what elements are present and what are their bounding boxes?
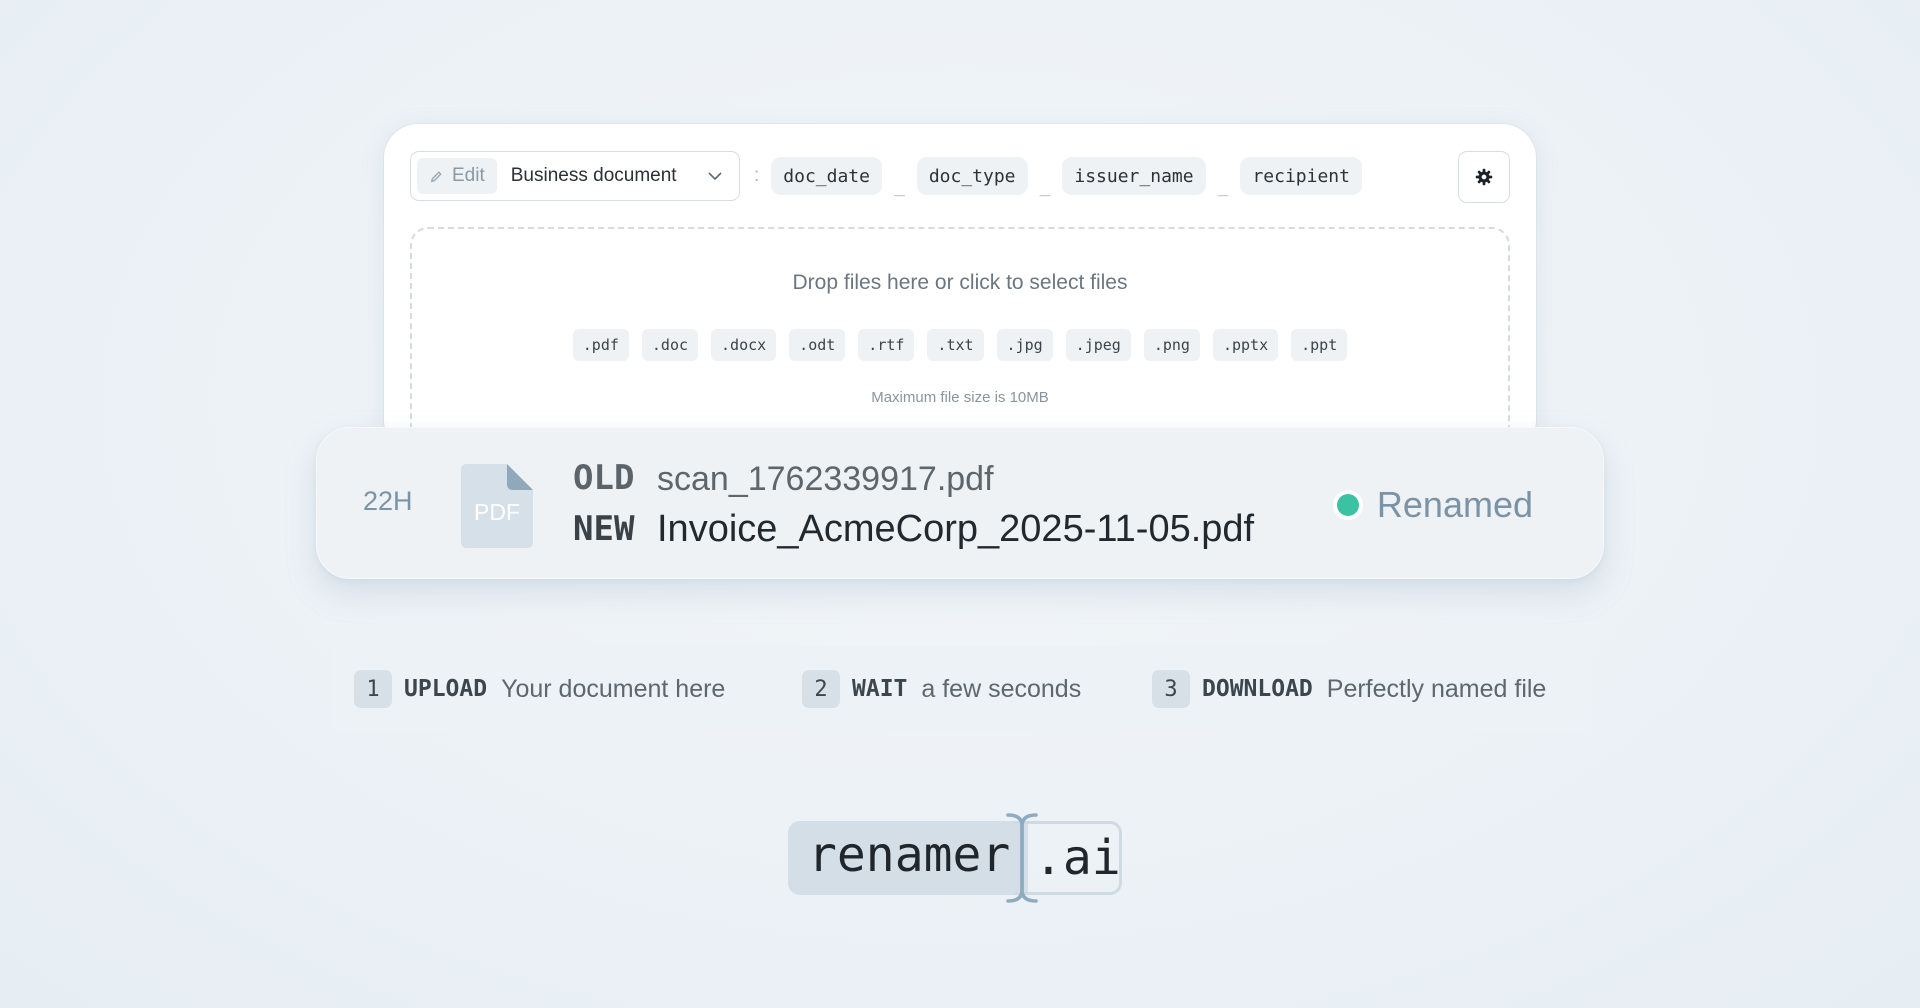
old-filename: scan_1762339917.pdf [657, 460, 994, 498]
rename-result-row[interactable]: 22H PDF OLD scan_1762339917.pdf NEW Invo… [316, 427, 1604, 579]
logo-ext-text: .ai [1034, 830, 1121, 886]
token-doc-type[interactable]: doc_type [916, 157, 1028, 195]
renamer-logo: renamer .ai [788, 812, 1132, 904]
new-name-label: NEW [573, 509, 635, 549]
file-age: 22H [363, 486, 413, 516]
extension-badge: .rtf [858, 329, 915, 361]
new-filename: Invoice_AcmeCorp_2025-11-05.pdf [657, 508, 1255, 550]
pdf-file-icon: PDF [461, 464, 533, 548]
extension-badge: .pdf [572, 329, 629, 361]
step-keyword: WAIT [852, 676, 908, 702]
step-number: 3 [1152, 670, 1190, 708]
max-file-size-note: Maximum file size is 10MB [871, 389, 1049, 406]
step-keyword: DOWNLOAD [1202, 676, 1313, 702]
template-select[interactable]: Edit Business document [410, 151, 740, 201]
pencil-icon [430, 170, 442, 182]
chevron-down-icon [708, 172, 722, 181]
old-name-label: OLD [573, 458, 635, 498]
status-badge: Renamed [1336, 484, 1533, 526]
edit-template-button[interactable]: Edit [417, 158, 497, 194]
pdf-file-label: PDF [474, 499, 520, 525]
step-keyword: UPLOAD [404, 676, 488, 702]
page: Edit Business document : doc_date _ doc_… [0, 0, 1920, 1008]
step-number: 2 [802, 670, 840, 708]
step-wait: 2 WAIT a few seconds [802, 670, 1081, 708]
extension-badge: .png [1143, 329, 1200, 361]
step-description: Perfectly named file [1326, 674, 1547, 703]
logo-main-text: renamer [808, 827, 1011, 883]
extension-badge: .odt [789, 329, 846, 361]
naming-template-toolbar: Edit Business document : doc_date _ doc_… [410, 151, 1510, 203]
settings-button[interactable] [1458, 151, 1510, 203]
step-description: Your document here [501, 674, 726, 703]
logo-main-block: renamer [788, 821, 1028, 895]
extension-badge: .docx [711, 329, 777, 361]
edit-label: Edit [452, 165, 485, 186]
gear-icon [1475, 168, 1493, 186]
extension-badge: .jpeg [1065, 329, 1131, 361]
step-description: a few seconds [921, 674, 1082, 703]
extension-badge: .doc [641, 329, 699, 361]
token-separator: _ [1039, 176, 1051, 197]
dropzone-title: Drop files here or click to select files [792, 271, 1128, 294]
token-separator: _ [1217, 176, 1229, 197]
text-cursor-bracket-icon [1006, 813, 1038, 903]
allowed-extensions: .pdf .doc .docx .odt .rtf .txt .jpg .jpe… [412, 329, 1508, 361]
extension-badge: .ppt [1291, 329, 1348, 361]
step-upload: 1 UPLOAD Your document here [354, 670, 725, 708]
token-recipient[interactable]: recipient [1240, 157, 1362, 195]
extension-badge: .jpg [996, 329, 1053, 361]
template-name: Business document [510, 165, 677, 186]
status-dot [1336, 494, 1359, 516]
token-separator: _ [893, 176, 905, 197]
status-text: Renamed [1376, 484, 1533, 525]
template-colon: : [754, 165, 760, 186]
token-doc-date[interactable]: doc_date [771, 157, 882, 195]
step-number: 1 [354, 670, 392, 708]
file-dropzone[interactable]: Drop files here or click to select files… [410, 227, 1510, 454]
how-it-works-steps: 1 UPLOAD Your document here 2 WAIT a few… [330, 646, 1592, 732]
extension-badge: .txt [927, 329, 984, 361]
upload-card: Edit Business document : doc_date _ doc_… [384, 124, 1536, 454]
extension-badge: .pptx [1212, 329, 1279, 361]
step-download: 3 DOWNLOAD Perfectly named file [1152, 670, 1546, 708]
token-issuer-name[interactable]: issuer_name [1062, 157, 1206, 195]
